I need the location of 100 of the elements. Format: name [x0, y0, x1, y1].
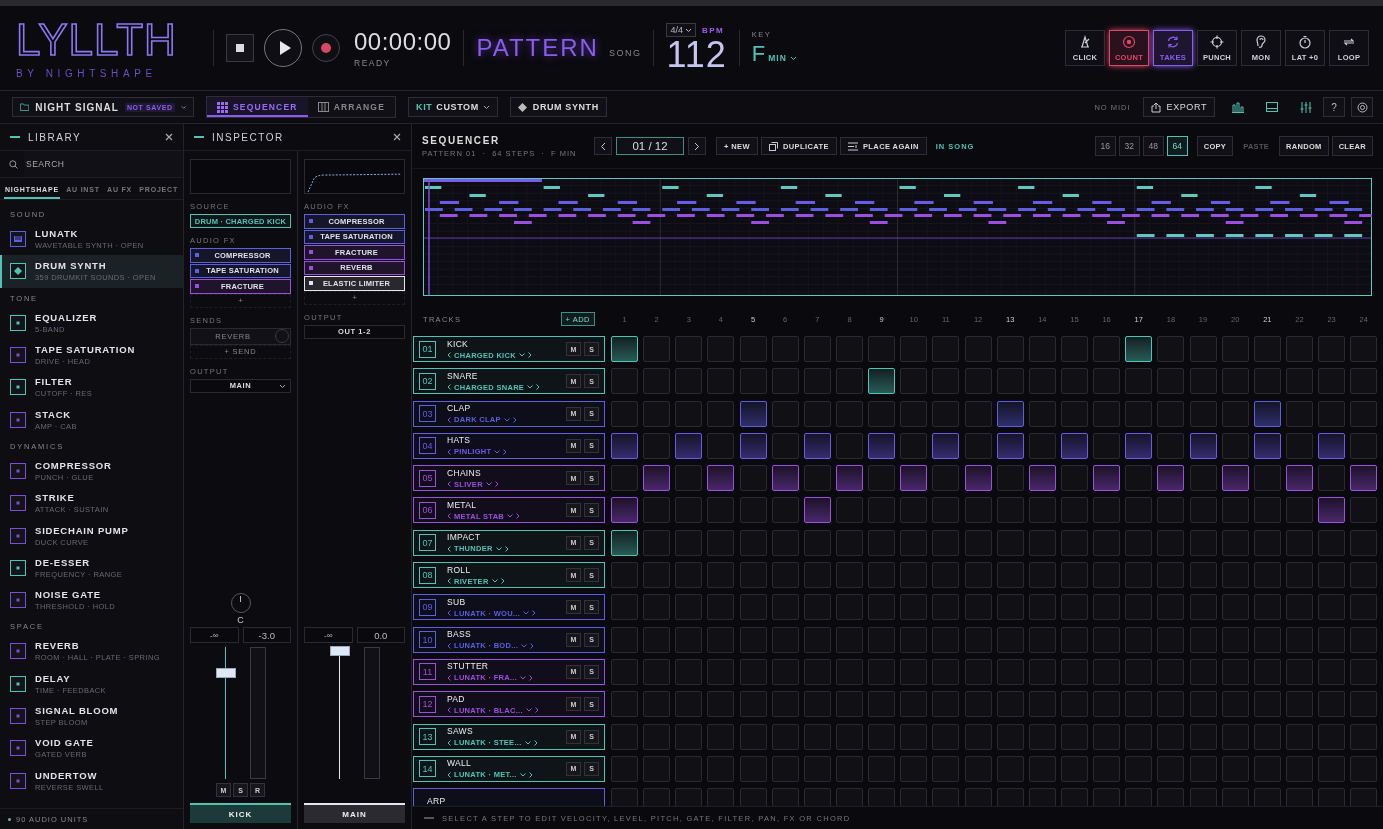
step-cell[interactable]: [1189, 788, 1217, 806]
step-cell[interactable]: [1093, 626, 1121, 653]
step-cell[interactable]: [707, 562, 735, 589]
step-cell[interactable]: [1350, 723, 1378, 750]
step-cell[interactable]: [707, 755, 735, 782]
step-cell[interactable]: [1060, 723, 1088, 750]
step-cell[interactable]: [1350, 336, 1378, 362]
step-cell[interactable]: [996, 465, 1024, 492]
previous-icon[interactable]: [447, 448, 451, 455]
step-cell[interactable]: [1125, 658, 1153, 685]
step-cell[interactable]: [1285, 755, 1313, 782]
step-cell[interactable]: [1189, 626, 1217, 653]
step-cell[interactable]: [707, 465, 735, 492]
step-cell[interactable]: [611, 658, 638, 685]
step-cell[interactable]: [996, 432, 1024, 459]
step-cell[interactable]: [868, 465, 896, 492]
step-cell[interactable]: [1060, 594, 1088, 621]
step-cell[interactable]: [611, 368, 638, 395]
step-cell[interactable]: [1028, 529, 1056, 556]
export-button[interactable]: EXPORT: [1142, 97, 1215, 117]
step-cell[interactable]: [1350, 432, 1378, 459]
step-cell[interactable]: [771, 755, 799, 782]
step-cell[interactable]: [803, 529, 831, 556]
step-cell[interactable]: [1253, 529, 1281, 556]
step-cell[interactable]: [868, 400, 896, 427]
step-cell[interactable]: [1060, 788, 1088, 806]
step-cell[interactable]: [675, 432, 703, 459]
step-cell[interactable]: [868, 432, 896, 459]
step-cell[interactable]: [739, 723, 767, 750]
add-effect-button[interactable]: +: [190, 293, 291, 308]
step-cell[interactable]: [739, 626, 767, 653]
step-cell[interactable]: [1028, 594, 1056, 621]
previous-icon[interactable]: [447, 739, 451, 746]
next-icon[interactable]: [516, 513, 521, 520]
step-cell[interactable]: [611, 497, 638, 524]
step-cell[interactable]: [1125, 691, 1153, 718]
step-cell[interactable]: [964, 788, 992, 806]
step-cell[interactable]: [1157, 432, 1185, 459]
step-cell[interactable]: [836, 529, 863, 556]
step-cell[interactable]: [836, 755, 863, 782]
step-cell[interactable]: [643, 368, 671, 395]
step-cell[interactable]: [803, 497, 831, 524]
next-icon[interactable]: [529, 674, 534, 681]
step-cell[interactable]: [771, 497, 799, 524]
step-cell[interactable]: [1221, 465, 1249, 492]
step-cell[interactable]: [803, 691, 831, 718]
settings-button[interactable]: [1351, 97, 1373, 117]
step-cell[interactable]: [932, 723, 960, 750]
previous-icon[interactable]: [447, 352, 451, 358]
next-icon[interactable]: [533, 739, 538, 746]
step-cell[interactable]: [836, 658, 863, 685]
step-cell[interactable]: [1189, 691, 1217, 718]
previous-icon[interactable]: [447, 610, 451, 617]
pattern-number[interactable]: 01 / 12: [616, 137, 684, 155]
step-cell[interactable]: [1125, 368, 1153, 395]
step-cell[interactable]: [739, 497, 767, 524]
step-cell[interactable]: [771, 368, 799, 395]
step-cell[interactable]: [932, 336, 960, 362]
step-cell[interactable]: [1093, 497, 1121, 524]
previous-icon[interactable]: [447, 771, 451, 778]
step-cell[interactable]: [1253, 465, 1281, 492]
step-cell[interactable]: [803, 626, 831, 653]
previous-icon[interactable]: [447, 642, 451, 649]
step-cell[interactable]: [611, 529, 638, 556]
step-cell[interactable]: [739, 755, 767, 782]
previous-icon[interactable]: [447, 481, 451, 488]
step-cell[interactable]: [868, 562, 896, 589]
next-icon[interactable]: [536, 384, 541, 391]
step-cell[interactable]: [1285, 723, 1313, 750]
step-cell[interactable]: [1221, 626, 1249, 653]
step-cell[interactable]: [1060, 562, 1088, 589]
step-cell[interactable]: [868, 497, 896, 524]
step-cell[interactable]: [1060, 432, 1088, 459]
step-cell[interactable]: [675, 465, 703, 492]
step-cell[interactable]: [643, 529, 671, 556]
step-cell[interactable]: [1093, 658, 1121, 685]
step-cell[interactable]: [643, 336, 671, 362]
step-cell[interactable]: [771, 723, 799, 750]
step-cell[interactable]: [1060, 529, 1088, 556]
length-option[interactable]: 32: [1118, 136, 1140, 156]
step-cell[interactable]: [1285, 497, 1313, 524]
step-cell[interactable]: [1253, 336, 1281, 362]
step-cell[interactable]: [996, 723, 1024, 750]
step-cell[interactable]: [1221, 755, 1249, 782]
step-cell[interactable]: [964, 432, 992, 459]
step-cell[interactable]: [836, 465, 863, 492]
step-cell[interactable]: [900, 465, 928, 492]
step-cell[interactable]: [964, 658, 992, 685]
step-cell[interactable]: [675, 336, 703, 362]
step-cell[interactable]: [771, 626, 799, 653]
step-cell[interactable]: [1093, 594, 1121, 621]
step-cell[interactable]: [1285, 594, 1313, 621]
step-cell[interactable]: [1157, 755, 1185, 782]
step-cell[interactable]: [868, 626, 896, 653]
step-cell[interactable]: [1189, 336, 1217, 362]
step-cell[interactable]: [771, 691, 799, 718]
step-cell[interactable]: [1157, 368, 1185, 395]
step-cell[interactable]: [1093, 336, 1121, 362]
stop-button[interactable]: [226, 34, 254, 62]
step-cell[interactable]: [1125, 562, 1153, 589]
